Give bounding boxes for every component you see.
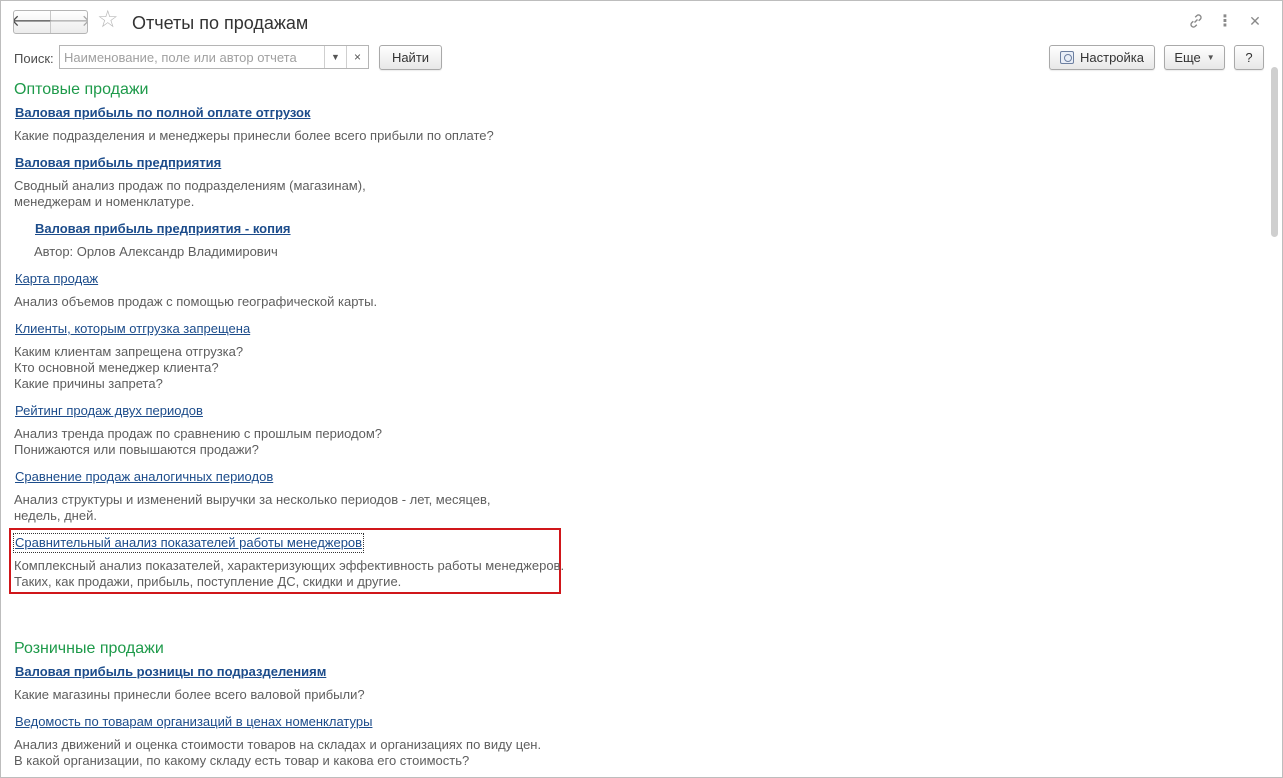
report-description: недель, дней. [14, 508, 97, 523]
find-button-label: Найти [391, 50, 430, 65]
find-button[interactable]: Найти [379, 45, 442, 70]
clear-icon: × [353, 50, 361, 64]
chevron-down-icon: ▼ [1206, 53, 1215, 62]
report-description: Какие магазины принесли более всего вало… [14, 687, 365, 702]
report-link[interactable]: Валовая прибыль по полной оплате отгрузо… [15, 105, 311, 121]
settings-button[interactable]: Настройка [1049, 45, 1155, 70]
title-bar: 🡐 🡒 ☆ Отчеты по продажам ⋮ ✕ [1, 1, 1282, 41]
search-dropdown-button[interactable]: ▼ [324, 46, 346, 68]
search-clear-button[interactable]: × [346, 46, 368, 68]
report-link[interactable]: Валовая прибыль предприятия - копия [35, 221, 291, 237]
more-button[interactable]: Еще ▼ [1164, 45, 1225, 70]
report-link[interactable]: Ведомость по товарам организаций в ценах… [15, 714, 372, 730]
report-list: Оптовые продажи Валовая прибыль по полно… [1, 73, 1266, 777]
close-icon[interactable]: ✕ [1246, 11, 1264, 31]
link-icon-svg [1190, 14, 1202, 28]
report-link[interactable]: Валовая прибыль розницы по подразделения… [15, 664, 326, 680]
settings-button-label: Настройка [1080, 50, 1144, 65]
report-link[interactable]: Клиенты, которым отгрузка запрещена [15, 321, 250, 337]
search-input[interactable] [60, 46, 324, 68]
report-description: Анализ тренда продаж по сравнению с прош… [14, 426, 383, 441]
search-box: ▼ × [59, 45, 369, 69]
report-description: Какие подразделения и менеджеры принесли… [14, 128, 494, 143]
report-link[interactable]: Рейтинг продаж двух периодов [15, 403, 203, 419]
favorite-star-icon[interactable]: ☆ [97, 8, 119, 32]
report-description: Какие причины запрета? [14, 376, 163, 391]
report-window: 🡐 🡒 ☆ Отчеты по продажам ⋮ ✕ Поиск: ▼ [0, 0, 1283, 778]
report-description: В какой организации, по какому складу ес… [14, 753, 470, 768]
vertical-scrollbar[interactable] [1269, 67, 1281, 777]
report-description: Кто основной менеджер клиента? [14, 360, 219, 375]
scrollbar-thumb[interactable] [1271, 67, 1278, 237]
report-description: Таких, как продажи, прибыль, поступление… [14, 574, 402, 589]
link-icon[interactable] [1185, 11, 1207, 31]
report-link[interactable]: Сравнение продаж аналогичных периодов [15, 469, 273, 485]
forward-button[interactable]: 🡒 [48, 11, 88, 33]
report-author: Автор: Орлов Александр Владимирович [34, 244, 278, 259]
more-vertical-icon[interactable]: ⋮ [1216, 11, 1234, 31]
arrow-right-icon: 🡒 [48, 13, 88, 30]
chevron-down-icon: ▼ [331, 52, 340, 62]
help-button[interactable]: ? [1234, 45, 1264, 70]
report-description: Анализ структуры и изменений выручки за … [14, 492, 491, 507]
search-label: Поиск: [14, 51, 54, 66]
page-title: Отчеты по продажам [132, 13, 309, 33]
report-description: менеджерам и номенклатуре. [14, 194, 195, 209]
more-button-label: Еще [1174, 50, 1201, 65]
settings-icon [1060, 51, 1074, 64]
report-link[interactable]: Валовая прибыль предприятия [15, 155, 221, 171]
report-description: Анализ объемов продаж с помощью географи… [14, 294, 378, 309]
navigation-buttons: 🡐 🡒 [13, 10, 88, 34]
report-link-highlighted[interactable]: Сравнительный анализ показателей работы … [12, 533, 365, 553]
help-button-label: ? [1245, 50, 1253, 65]
report-description: Сводный анализ продаж по подразделениям … [14, 178, 366, 193]
report-description: Понижаются или повышаются продажи? [14, 442, 259, 457]
toolbar: Поиск: ▼ × Найти Настройка Еще ▼ ? [1, 43, 1282, 73]
report-description: Комплексный анализ показателей, характер… [14, 558, 565, 573]
section-title-retail: Розничные продажи [14, 640, 164, 657]
report-link[interactable]: Карта продаж [15, 271, 98, 287]
report-description: Каким клиентам запрещена отгрузка? [14, 344, 244, 359]
report-description: Анализ движений и оценка стоимости товар… [14, 737, 542, 752]
back-button[interactable]: 🡐 [14, 11, 53, 33]
section-title-wholesale: Оптовые продажи [14, 81, 149, 98]
